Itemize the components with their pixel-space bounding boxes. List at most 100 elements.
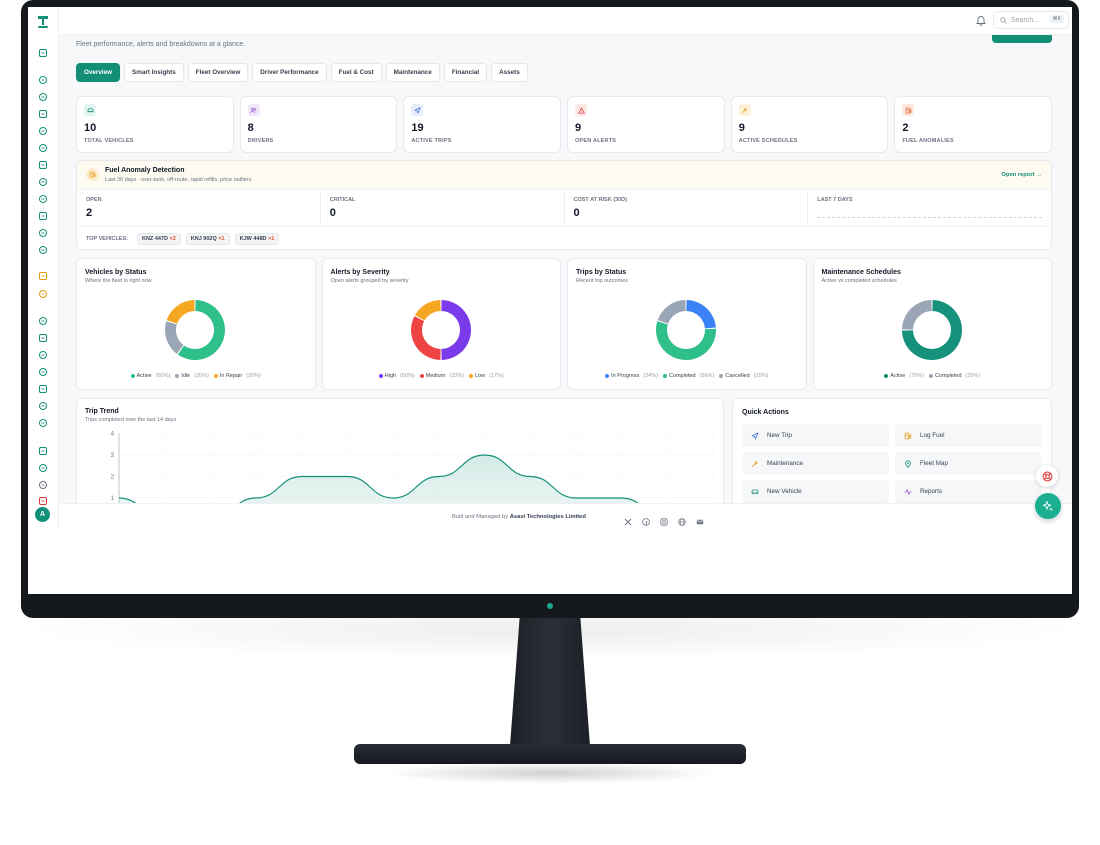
sidebar-fuel-icon[interactable] <box>36 158 50 172</box>
donut-slice-in-repair[interactable] <box>166 300 195 324</box>
tab-smart-insights[interactable]: Smart Insights <box>124 63 184 82</box>
tab-driver-performance[interactable]: Driver Performance <box>252 63 327 82</box>
sidebar-warning-icon[interactable] <box>36 192 50 206</box>
topbar: Search... ⌘K <box>59 7 1072 35</box>
sidebar-box-icon[interactable] <box>36 348 50 362</box>
open-report-link[interactable]: Open report → <box>1001 172 1042 178</box>
sidebar-truck-icon[interactable] <box>36 243 50 257</box>
sidebar-expand-icon[interactable] <box>36 478 50 492</box>
y-tick-label: 4 <box>111 432 115 438</box>
quick-action-fleet-map[interactable]: Fleet Map <box>895 452 1042 475</box>
sidebar-car-icon[interactable] <box>36 90 50 104</box>
legend-percent: (56%) <box>699 373 715 379</box>
fuel-anomaly-subtitle: Last 30 days · over-tank, off-route, rap… <box>105 177 252 183</box>
legend-label: High <box>384 373 397 379</box>
map-pin-icon <box>905 459 911 468</box>
stat-card-open-alerts[interactable]: 9 OPEN ALERTS <box>567 96 725 153</box>
navigation-icon <box>411 104 424 116</box>
sidebar-dashboard-icon[interactable] <box>36 46 50 60</box>
legend-percent: (25%) <box>965 373 981 379</box>
x-twitter-icon[interactable] <box>624 513 632 526</box>
instagram-icon[interactable] <box>660 513 668 526</box>
sidebar-wallet-icon[interactable] <box>36 399 50 413</box>
facebook-icon[interactable] <box>642 513 650 526</box>
sidebar-navigation-icon[interactable] <box>36 141 50 155</box>
vehicle-chip[interactable]: KNJ 902Q ×1 <box>185 233 230 245</box>
sidebar-users-icon[interactable] <box>36 107 50 121</box>
sidebar-activity-icon[interactable] <box>36 209 50 223</box>
stat-value: 9 <box>738 122 745 134</box>
legend-item: In Repair (20%) <box>213 373 261 379</box>
sidebar-calendar-icon[interactable] <box>36 226 50 240</box>
stat-card-fuel-anomalies[interactable]: 2 FUEL ANOMALIES <box>894 96 1053 153</box>
quick-action-reports[interactable]: Reports <box>895 480 1042 503</box>
power-led <box>547 603 553 609</box>
tab-fleet-overview[interactable]: Fleet Overview <box>187 63 249 82</box>
sidebar-map-icon[interactable] <box>36 73 50 87</box>
donut-slice-medium[interactable] <box>410 316 441 360</box>
sidebar: A <box>28 7 59 530</box>
metric-label: LAST 7 DAYS <box>817 197 853 203</box>
vehicle-chip[interactable]: KNZ 447D ×2 <box>136 233 181 245</box>
donut-slice-low[interactable] <box>414 300 441 321</box>
quick-action-log-fuel[interactable]: Log Fuel <box>895 424 1042 447</box>
legend-dot <box>468 374 473 378</box>
sidebar-theme-icon[interactable] <box>36 444 50 458</box>
footer-company[interactable]: Asasi Technologies Limited <box>510 514 586 520</box>
donut-slice-in-progress[interactable] <box>686 300 716 329</box>
legend-dot <box>928 374 933 378</box>
sidebar-card-icon[interactable] <box>36 365 50 379</box>
legend-dot <box>884 374 889 378</box>
stat-card-total-vehicles[interactable]: 10 TOTAL VEHICLES <box>76 96 234 153</box>
globe-icon[interactable] <box>678 513 686 526</box>
sparkline <box>817 217 1043 218</box>
maintenance-donut-chart <box>901 300 962 360</box>
vehicle-chip[interactable]: KJW 448D ×1 <box>234 233 280 245</box>
stat-value: 10 <box>84 122 97 134</box>
stat-label: DRIVERS <box>247 138 274 144</box>
legend-percent: (17%) <box>489 373 504 379</box>
donut-slice-high[interactable] <box>440 300 471 360</box>
vehicle-plate: KNZ 447D <box>141 236 168 242</box>
donut-slice-idle[interactable] <box>165 321 184 354</box>
tab-financial[interactable]: Financial <box>443 63 488 82</box>
tab-maintenance[interactable]: Maintenance <box>385 63 440 82</box>
stat-card-active-schedules[interactable]: 9 ACTIVE SCHEDULES <box>730 96 889 153</box>
quick-action-new-trip[interactable]: New Trip <box>742 424 889 447</box>
sidebar-package-icon[interactable] <box>36 416 50 430</box>
tab-overview[interactable]: Overview <box>76 63 121 82</box>
ai-assistant-button[interactable] <box>1035 493 1061 519</box>
fuel-anomaly-metrics: OPEN 2 CRITICAL 0 COST AT RISK (30D) 0 L… <box>77 190 1051 227</box>
sidebar-bank-icon[interactable] <box>36 314 50 328</box>
sidebar-wrench-icon[interactable] <box>36 269 50 283</box>
legend-label: Cancelled <box>725 373 750 379</box>
donut-slice-completed[interactable] <box>901 300 932 330</box>
stat-card-drivers[interactable]: 8 DRIVERS <box>239 96 398 153</box>
sidebar-fuel-log-icon[interactable] <box>36 175 50 189</box>
car-icon <box>751 489 759 494</box>
navigation-icon <box>751 432 759 439</box>
quick-action-new-vehicle[interactable]: New Vehicle <box>742 480 889 503</box>
search-box[interactable]: Search... ⌘K <box>993 11 1069 29</box>
stat-card-active-trips[interactable]: 19 ACTIVE TRIPS <box>403 96 562 153</box>
tab-assets[interactable]: Assets <box>491 63 528 82</box>
metric-last-7-days: LAST 7 DAYS <box>808 190 1051 226</box>
sidebar-help-icon[interactable] <box>36 461 50 475</box>
sidebar-route-icon[interactable] <box>36 124 50 138</box>
mail-icon[interactable] <box>696 513 704 525</box>
app-logo-icon[interactable] <box>35 15 51 29</box>
quick-action-maintenance[interactable]: Maintenance <box>742 452 889 475</box>
sidebar-garage-icon[interactable] <box>36 382 50 396</box>
sidebar-clipboard-icon[interactable] <box>36 287 50 301</box>
notification-bell-icon[interactable] <box>975 14 987 26</box>
user-avatar[interactable]: A <box>35 507 50 522</box>
stat-label: ACTIVE TRIPS <box>411 138 452 144</box>
header-action-button[interactable] <box>992 35 1052 43</box>
donut-slice-cancelled[interactable] <box>657 300 686 324</box>
stat-value: 2 <box>902 122 909 134</box>
tab-fuel-cost[interactable]: Fuel & Cost <box>330 63 382 82</box>
sidebar-logout-icon[interactable] <box>36 494 50 508</box>
help-lifebuoy-button[interactable] <box>1036 465 1058 487</box>
sidebar-receipt-icon[interactable] <box>36 331 50 345</box>
card-title: Vehicles by Status <box>85 269 147 276</box>
